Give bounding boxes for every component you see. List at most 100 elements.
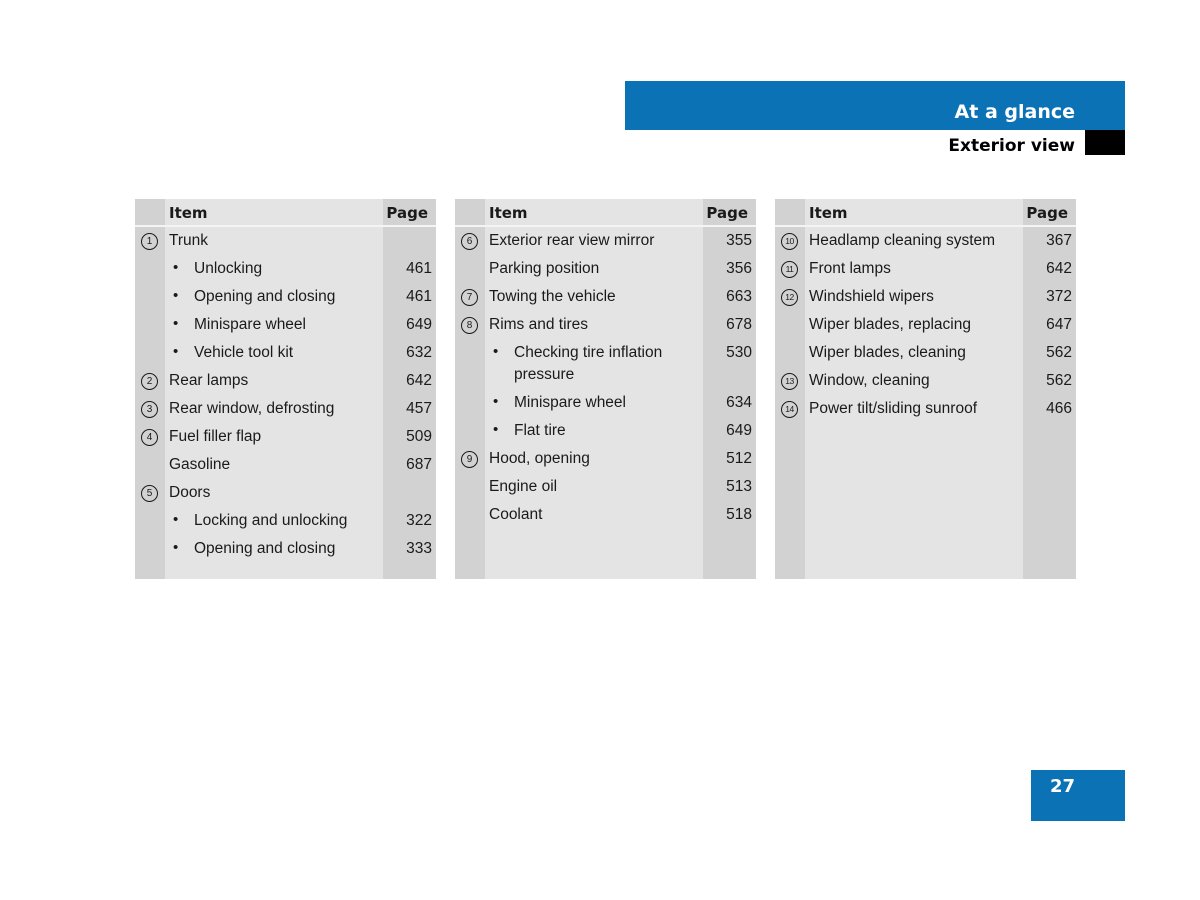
callout-number-icon: 11	[781, 261, 798, 278]
page-ref: 530	[726, 344, 752, 361]
index-table-1: Item Page 1 Trunk • Unlocking 461 • Opening an…	[135, 199, 436, 579]
item-label: Headlamp cleaning system	[809, 232, 996, 249]
bullet-icon: •	[173, 343, 179, 360]
page-ref: 647	[1046, 316, 1072, 333]
bullet-icon: •	[173, 315, 179, 332]
table-row: 14 Power tilt/sliding sunroof 466	[775, 397, 1076, 425]
table-row: Gasoline 687	[135, 453, 436, 481]
table-row: 6 Exterior rear view mirror 355	[455, 229, 756, 257]
callout-number-icon: 12	[781, 289, 798, 306]
item-label: Window, cleaning	[809, 372, 930, 389]
page-ref: 461	[406, 260, 432, 277]
callout-number-icon: 1	[141, 233, 158, 250]
table-row: • Opening and closing 333	[135, 537, 436, 565]
page-ref: 457	[406, 400, 432, 417]
item-label: Rims and tires	[489, 316, 589, 333]
bullet-icon: •	[173, 287, 179, 304]
header-page: Page	[706, 204, 748, 222]
item-label: Unlocking	[194, 260, 263, 277]
page-ref: 513	[726, 478, 752, 495]
table-row: 11 Front lamps 642	[775, 257, 1076, 285]
table-row: • Vehicle tool kit 632	[135, 341, 436, 369]
page-ref: 649	[406, 316, 432, 333]
table-row: Wiper blades, cleaning 562	[775, 341, 1076, 369]
page-ref: 634	[726, 394, 752, 411]
page-ref: 518	[726, 506, 752, 523]
header-page: Page	[1026, 204, 1068, 222]
table-row: • Minispare wheel 634	[455, 391, 756, 419]
page-ref: 466	[1046, 400, 1072, 417]
table-rows: 1 Trunk • Unlocking 461 • Opening and closing 4…	[135, 229, 436, 565]
table-row: 5 Doors	[135, 481, 436, 509]
table-row: 13 Window, cleaning 562	[775, 369, 1076, 397]
page-ref: 509	[406, 428, 432, 445]
callout-number-icon: 14	[781, 401, 798, 418]
table-rows: 10 Headlamp cleaning system 367 11 Front lam…	[775, 229, 1076, 425]
table-row: 3 Rear window, defrosting 457	[135, 397, 436, 425]
page-ref: 649	[726, 422, 752, 439]
table-row: 4 Fuel filler flap 509	[135, 425, 436, 453]
page-ref: 562	[1046, 344, 1072, 361]
table-row: 10 Headlamp cleaning system 367	[775, 229, 1076, 257]
item-label: Wiper blades, cleaning	[809, 344, 966, 361]
item-label: Doors	[169, 484, 211, 501]
page-ref: 642	[406, 372, 432, 389]
item-label: Locking and unlocking	[194, 512, 348, 529]
callout-number-icon: 9	[461, 451, 478, 468]
table-row: 1 Trunk	[135, 229, 436, 257]
item-label: Power tilt/sliding sunroof	[809, 400, 977, 417]
item-label: Wiper blades, replacing	[809, 316, 971, 333]
item-label: Hood, opening	[489, 450, 590, 467]
page-number-badge: 27	[1031, 770, 1125, 821]
table-rows: 6 Exterior rear view mirror 355 Parking pos…	[455, 229, 756, 531]
callout-number-icon: 3	[141, 401, 158, 418]
page-ref: 632	[406, 344, 432, 361]
bullet-icon: •	[173, 539, 179, 556]
page-ref: 642	[1046, 260, 1072, 277]
table-row: 7 Towing the vehicle 663	[455, 285, 756, 313]
page-ref: 355	[726, 232, 752, 249]
table-row: • Flat tire 649	[455, 419, 756, 447]
callout-number-icon: 8	[461, 317, 478, 334]
item-label: Rear window, defrosting	[169, 400, 335, 417]
item-label: Opening and closing	[194, 288, 336, 305]
table-header: Item Page	[135, 199, 436, 227]
table-row: 8 Rims and tires 678	[455, 313, 756, 341]
item-label: Checking tire inflation pressure	[514, 344, 663, 383]
item-label: Windshield wipers	[809, 288, 934, 305]
section-title: Exterior view	[948, 136, 1075, 156]
bullet-icon: •	[493, 421, 499, 438]
header-item: Item	[169, 204, 208, 222]
callout-number-icon: 2	[141, 373, 158, 390]
table-row: 2 Rear lamps 642	[135, 369, 436, 397]
item-label: Parking position	[489, 260, 600, 277]
table-row: • Checking tire inflation pressure 530	[455, 341, 756, 391]
table-row: • Opening and closing 461	[135, 285, 436, 313]
item-label: Gasoline	[169, 456, 231, 473]
page-ref: 333	[406, 540, 432, 557]
chapter-title: At a glance	[954, 101, 1075, 123]
bullet-icon: •	[173, 259, 179, 276]
table-row: 12 Windshield wipers 372	[775, 285, 1076, 313]
item-label: Engine oil	[489, 478, 558, 495]
page-ref: 461	[406, 288, 432, 305]
table-row: 9 Hood, opening 512	[455, 447, 756, 475]
table-row: Wiper blades, replacing 647	[775, 313, 1076, 341]
table-row: • Unlocking 461	[135, 257, 436, 285]
item-label: Minispare wheel	[514, 394, 626, 411]
bullet-icon: •	[493, 343, 499, 360]
page-ref: 562	[1046, 372, 1072, 389]
item-label: Trunk	[169, 232, 209, 249]
callout-number-icon: 13	[781, 373, 798, 390]
section-marker	[1085, 130, 1125, 155]
header-page: Page	[386, 204, 428, 222]
bullet-icon: •	[173, 511, 179, 528]
bullet-icon: •	[493, 393, 499, 410]
callout-number-icon: 10	[781, 233, 798, 250]
page-number: 27	[1050, 776, 1076, 797]
table-row: • Minispare wheel 649	[135, 313, 436, 341]
item-label: Front lamps	[809, 260, 891, 277]
item-label: Flat tire	[514, 422, 566, 439]
table-row: Parking position 356	[455, 257, 756, 285]
page-ref: 663	[726, 288, 752, 305]
